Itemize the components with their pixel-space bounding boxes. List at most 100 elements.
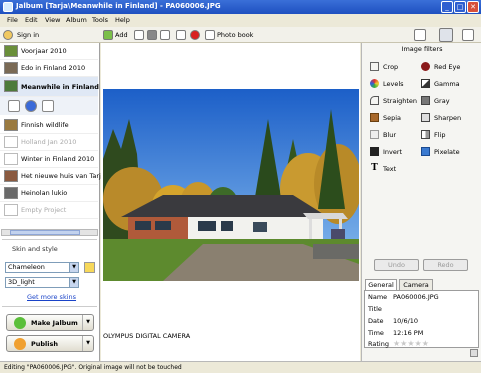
album-item[interactable]: Heinolan lukio (0, 185, 98, 202)
rating-stars[interactable]: ★★★★★ (393, 339, 429, 348)
filters-title: Image filters (401, 45, 443, 53)
menu-view[interactable]: View (45, 16, 60, 24)
image-info-panel: Name PA060006.JPG Title Date 10/6/10 Tim… (364, 290, 479, 348)
album-thumbnail (4, 45, 18, 57)
edit-icon[interactable] (134, 30, 144, 40)
stop-icon[interactable] (190, 30, 200, 40)
add-icon[interactable] (103, 30, 113, 40)
filter-label: Levels (383, 80, 404, 88)
album-item[interactable]: Finnish wildlife (0, 117, 98, 134)
gray-icon (421, 96, 430, 105)
crop-icon (370, 62, 379, 71)
menu-bar: File Edit View Album Tools Help (0, 14, 481, 27)
status-bar: Editing "PA060006.JPG". Original image w… (0, 361, 481, 373)
style-select[interactable]: 3D_light ▼ (5, 277, 79, 288)
search-icon[interactable] (8, 100, 20, 112)
invert-icon (370, 147, 379, 156)
album-thumbnail (4, 62, 18, 74)
make-jalbum-button[interactable]: Make Jalbum ▼ (6, 314, 94, 331)
tab-general[interactable]: General (365, 279, 397, 290)
menu-help[interactable]: Help (115, 16, 130, 24)
filter-label: Flip (434, 131, 446, 139)
album-label: Het nieuwe huis van Tarja (21, 172, 105, 180)
redo-button[interactable]: Redo (423, 259, 468, 271)
sign-in-label[interactable]: Sign in (17, 31, 39, 39)
rotate-left-icon[interactable] (160, 30, 170, 40)
chevron-down-icon[interactable]: ▼ (82, 336, 93, 351)
minimize-button[interactable]: _ (441, 1, 453, 13)
album-label: Meanwhile in Finland (21, 83, 99, 91)
link-icon[interactable] (42, 100, 54, 112)
filter-label: Gamma (434, 80, 460, 88)
album-item[interactable]: Edo in Finland 2010 (0, 60, 98, 77)
fullscreen-icon[interactable] (462, 29, 474, 41)
chevron-down-icon[interactable]: ▼ (82, 315, 93, 330)
publish-button[interactable]: Publish ▼ (6, 335, 94, 352)
skin-settings-icon[interactable] (84, 262, 95, 273)
album-item[interactable]: Het nieuwe huis van Tarja (0, 168, 105, 185)
grid-view-icon[interactable] (414, 29, 426, 41)
chevron-down-icon: ▼ (69, 263, 78, 272)
photo-preview[interactable] (103, 89, 359, 281)
filter-label: Text (383, 165, 397, 173)
album-label: Heinolan lukio (21, 189, 68, 197)
scrollbar-thumb[interactable] (10, 230, 80, 235)
flip-icon (421, 130, 430, 139)
album-item[interactable]: Holland Jan 2010 (0, 134, 98, 151)
album-thumbnail (4, 153, 18, 165)
red-eye-icon (421, 62, 430, 71)
undo-button[interactable]: Undo (374, 259, 419, 271)
filter-label: Crop (383, 63, 399, 71)
album-item-selected[interactable]: Meanwhile in Finland (0, 77, 99, 97)
make-jalbum-label: Make Jalbum (31, 319, 78, 327)
rotate-right-icon[interactable] (176, 30, 186, 40)
menu-file[interactable]: File (7, 16, 18, 24)
album-thumbnail (4, 136, 18, 148)
edit-view-icon[interactable] (439, 28, 453, 42)
toolbar: Sign in Add Photo book (0, 27, 481, 43)
album-label: Holland Jan 2010 (21, 138, 77, 146)
sharpen-icon (421, 113, 430, 122)
info-value: PA060006.JPG (393, 293, 439, 301)
tab-camera[interactable]: Camera (399, 279, 433, 290)
expand-icon[interactable] (470, 349, 478, 357)
photo-book-button[interactable]: Photo book (217, 31, 253, 39)
skin-select[interactable]: Chameleon ▼ (5, 262, 79, 273)
filter-label: Red Eye (434, 63, 461, 71)
info-label: Date (368, 317, 384, 325)
info-icon[interactable] (25, 100, 37, 112)
album-item[interactable]: Winter in Finland 2010 (0, 151, 98, 168)
close-button[interactable]: ✕ (467, 1, 479, 13)
filters-panel: Image filters Crop Red Eye Levels Gamma … (361, 43, 481, 361)
info-label: Name (368, 293, 388, 301)
delete-icon[interactable] (147, 30, 157, 40)
filter-label: Straighten (383, 97, 418, 105)
maximize-button[interactable]: □ (454, 1, 466, 13)
horizontal-scrollbar[interactable] (1, 229, 98, 236)
info-label: Time (368, 329, 384, 337)
photo-book-icon[interactable] (205, 30, 215, 40)
album-label: Empty Project (21, 206, 67, 214)
make-icon (14, 317, 26, 329)
skin-select-value: Chameleon (8, 263, 45, 271)
publish-label: Publish (31, 340, 58, 348)
album-item[interactable]: Empty Project (0, 202, 98, 219)
menu-tools[interactable]: Tools (92, 16, 108, 24)
filter-label: Blur (383, 131, 397, 139)
album-sidebar: Voorjaar 2010 Edo in Finland 2010 Meanwh… (0, 43, 105, 361)
album-thumbnail (4, 204, 18, 216)
menu-edit[interactable]: Edit (25, 16, 38, 24)
album-thumbnail (4, 80, 18, 92)
status-text: Editing "PA060006.JPG". Original image w… (4, 364, 182, 371)
photo-caption[interactable]: OLYMPUS DIGITAL CAMERA (103, 332, 190, 340)
sign-in-button[interactable] (3, 29, 15, 41)
get-more-skins-link[interactable]: Get more skins (27, 293, 76, 301)
sepia-icon (370, 113, 379, 122)
filter-label: Sepia (383, 114, 402, 122)
info-label: Rating (368, 340, 389, 348)
menu-album[interactable]: Album (66, 16, 87, 24)
window-title: Jalbum [Tarja\Meanwhile in Finland] - PA… (16, 2, 221, 10)
filter-label: Invert (383, 148, 403, 156)
add-button[interactable]: Add (115, 31, 128, 39)
album-item[interactable]: Voorjaar 2010 (0, 43, 98, 60)
